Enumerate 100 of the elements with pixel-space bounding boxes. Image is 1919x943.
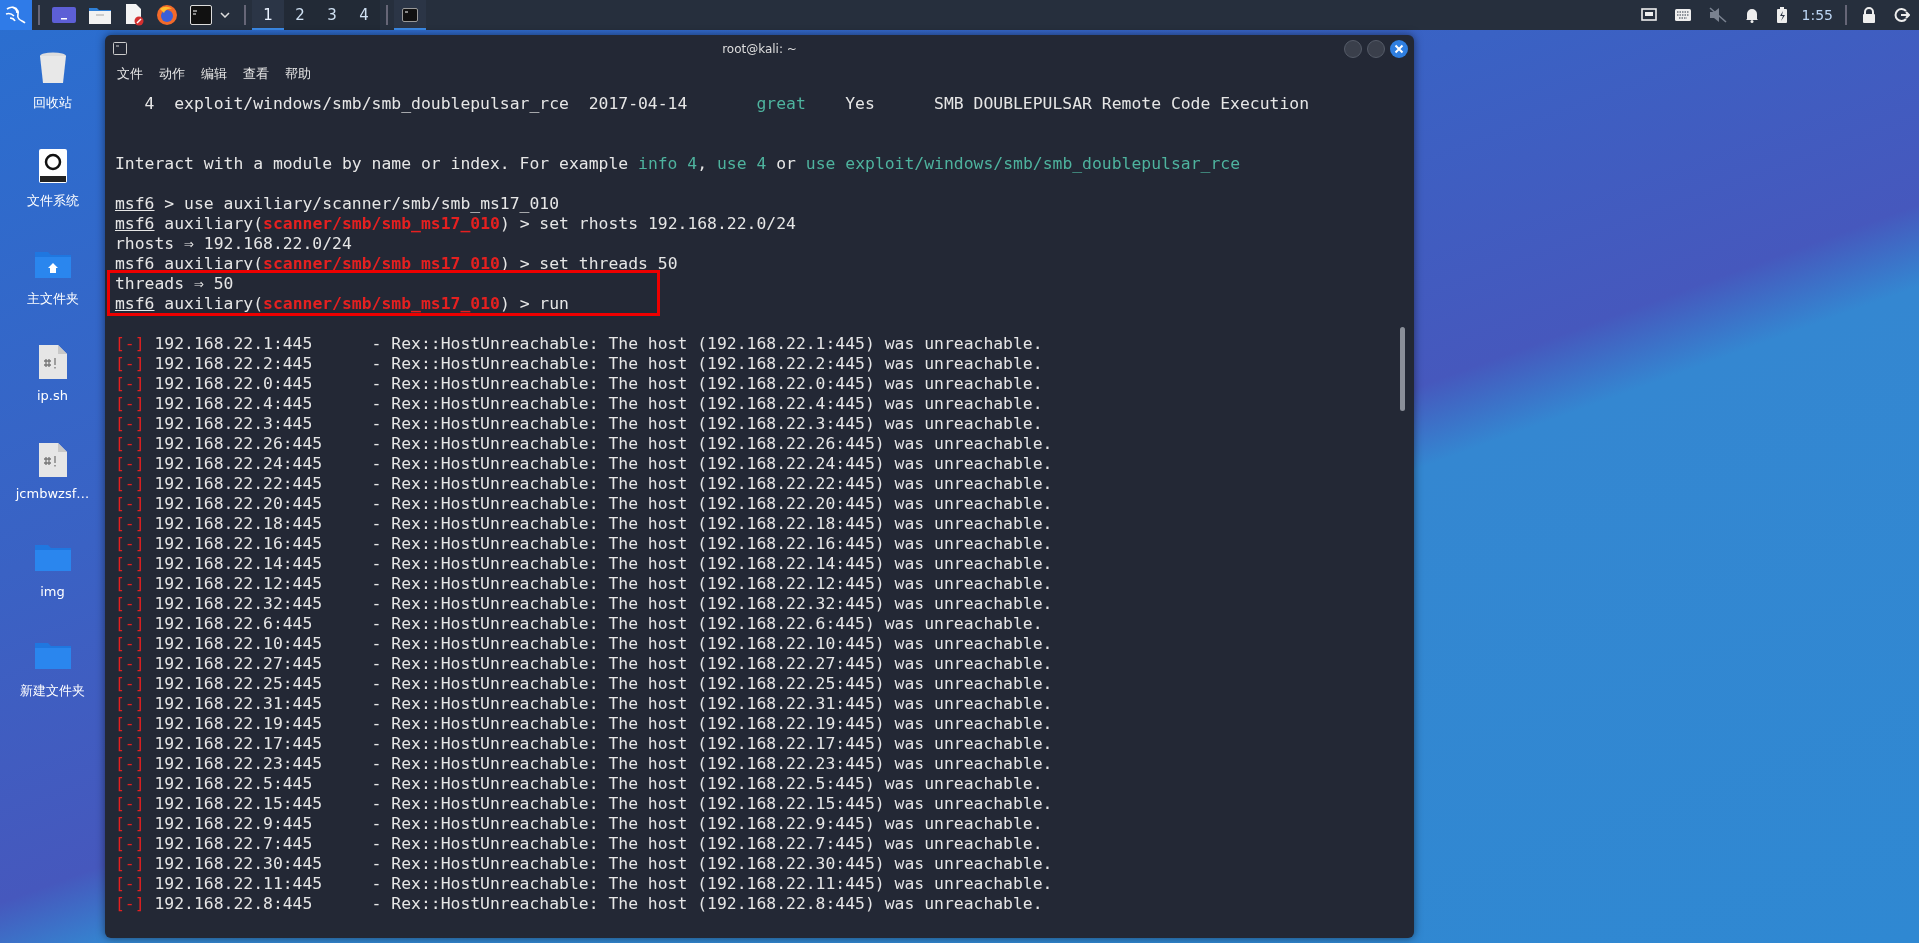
error-marker: [-] [115,854,145,873]
clock[interactable]: 1:55 [1801,7,1833,23]
desktop-icon-label[interactable]: ip.sh [37,388,68,403]
terminal-text: 192.168.22.12:445 - Rex::HostUnreachable: The host (192.168.22.12:445) was unreachable. [154,574,1053,593]
error-marker: [-] [115,454,145,473]
error-marker: [-] [115,434,145,453]
error-marker: [-] [115,834,145,853]
folder-icon[interactable] [88,5,112,25]
terminal-text: 192.168.22.4:445 - Rex::HostUnreachable: The host (192.168.22.4:445) was unreachable. [154,394,1043,413]
terminal-text: 192.168.22.15:445 - Rex::HostUnreachable: The host (192.168.22.15:445) was unreachable. [154,794,1053,813]
terminal-text: 192.168.22.7:445 - Rex::HostUnreachable: The host (192.168.22.7:445) was unreachable. [154,834,1043,853]
application-menu-button[interactable] [0,0,32,30]
error-marker: [-] [115,894,145,913]
terminal-text: auxiliary( [163,254,264,273]
terminal-text: 192.168.22.18:445 - Rex::HostUnreachable: The host (192.168.22.18:445) was unreachable. [154,514,1053,533]
error-marker: [-] [115,714,145,733]
error-marker: [-] [115,614,145,633]
terminal-text: Interact with a module by name or index. For example [115,154,630,173]
chevron-down-icon[interactable] [220,12,230,18]
desktop-icon[interactable] [52,6,76,24]
terminal-text: 192.168.22.23:445 - Rex::HostUnreachable: The host (192.168.22.23:445) was unreachable. [154,754,1053,773]
module-name: scanner/smb/smb_ms17_010 [263,254,500,273]
terminal-text: 192.168.22.20:445 - Rex::HostUnreachable: The host (192.168.22.20:445) was unreachable. [154,494,1053,513]
terminal-text: 192.168.22.5:445 - Rex::HostUnreachable: The host (192.168.22.5:445) was unreachable. [154,774,1043,793]
desktop-icon-label[interactable]: img [40,584,65,599]
firefox-icon[interactable] [156,4,178,26]
desktop-icon-label[interactable]: 文件系统 [26,192,79,210]
highlighted-text: use exploit/windows/smb/smb_doublepulsar_rce [805,154,1240,173]
battery-icon[interactable] [1776,7,1787,23]
muted-speaker-icon[interactable] [1708,7,1727,23]
desktop-icon-label[interactable]: 主文件夹 [26,290,79,308]
terminal-text: 192.168.22.10:445 - Rex::HostUnreachable: The host (192.168.22.10:445) was unreachable. [154,634,1053,653]
terminal-icon [402,8,418,22]
error-marker: [-] [115,794,145,813]
prompt-text: msf6 [115,254,155,273]
terminal-text: 192.168.22.25:445 - Rex::HostUnreachable: The host (192.168.22.25:445) was unreachable. [154,674,1053,693]
menu-item[interactable]: 文件 [117,65,143,83]
workspace-button[interactable]: 2 [284,0,316,30]
error-marker: [-] [115,514,145,533]
terminal-task-button[interactable] [394,0,426,30]
module-name: scanner/smb/smb_ms17_010 [263,214,500,233]
highlighted-text: use 4 [717,154,767,173]
terminal-text: rhosts ⇒ 192.168.22.0/24 [115,234,352,253]
desktop-icon-label[interactable]: 回收站 [33,94,72,112]
prompt-text: msf6 [115,294,155,313]
terminal-text: ) > set rhosts 192.168.22.0/24 [499,214,796,233]
error-marker: [-] [115,554,145,573]
scrollbar-thumb[interactable] [1399,327,1405,411]
workspace-button[interactable]: 4 [348,0,380,30]
terminal-text: 192.168.22.6:445 - Rex::HostUnreachable: The host (192.168.22.6:445) was unreachable. [154,614,1043,633]
error-marker: [-] [115,574,145,593]
terminal-text: , [697,154,709,173]
lock-icon[interactable] [1862,7,1876,23]
menu-item[interactable]: 帮助 [285,65,311,83]
trash-icon[interactable] [38,50,67,86]
terminal-text: Yes SMB DOUBLEPULSAR Remote Code Execution [844,94,1310,113]
error-marker: [-] [115,494,145,513]
workspace-button[interactable]: 1 [252,0,284,30]
terminal-text: ) > run [499,294,569,313]
error-marker: [-] [115,674,145,693]
network-icon[interactable] [1640,8,1657,22]
terminal-icon [113,42,127,55]
terminal-text: auxiliary( [163,214,264,233]
logout-icon[interactable] [1894,7,1910,23]
script-file-icon[interactable] [38,442,67,478]
terminal-text: auxiliary( [163,294,264,313]
highlighted-text: great [756,94,806,113]
keyboard-icon[interactable] [1674,9,1691,21]
terminal-text: 192.168.22.11:445 - Rex::HostUnreachable: The host (192.168.22.11:445) was unreachable. [154,874,1053,893]
terminal-text: 192.168.22.24:445 - Rex::HostUnreachable: The host (192.168.22.24:445) was unreachable. [154,454,1053,473]
terminal-text: 192.168.22.2:445 - Rex::HostUnreachable: The host (192.168.22.2:445) was unreachable. [154,354,1043,373]
error-marker: [-] [115,754,145,773]
close-button[interactable] [1390,39,1408,58]
drive-icon[interactable] [38,148,67,184]
error-marker: [-] [115,374,145,393]
desktop-icon-label[interactable]: 新建文件夹 [20,682,85,700]
prompt-text: msf6 [115,214,155,233]
script-file-icon[interactable] [38,344,67,380]
terminal-text: 192.168.22.30:445 - Rex::HostUnreachable: The host (192.168.22.30:445) was unreachable. [154,854,1053,873]
error-marker: [-] [115,354,145,373]
terminal-text: 192.168.22.32:445 - Rex::HostUnreachable: The host (192.168.22.32:445) was unreachable. [154,594,1053,613]
terminal-text: 192.168.22.26:445 - Rex::HostUnreachable: The host (192.168.22.26:445) was unreachable. [154,434,1053,453]
error-marker: [-] [115,694,145,713]
terminal-text: > use auxiliary/scanner/smb/smb_ms17_010 [163,194,560,213]
terminal-text: 192.168.22.31:445 - Rex::HostUnreachable: The host (192.168.22.31:445) was unreachable. [154,694,1053,713]
workspace-button[interactable]: 3 [316,0,348,30]
menu-item[interactable]: 查看 [243,65,269,83]
bell-icon[interactable] [1744,7,1759,23]
desktop-icon-label[interactable]: jcmbwzsf… [15,486,90,501]
menu-item[interactable]: 动作 [159,65,185,83]
terminal-text: 4 exploit/windows/smb/smb_doublepulsar_rce 2017-04-14 [143,94,689,113]
text-editor-icon[interactable] [124,4,144,26]
terminal-text: 192.168.22.0:445 - Rex::HostUnreachable: The host (192.168.22.0:445) was unreachable. [154,374,1043,393]
error-marker: [-] [115,394,145,413]
error-marker: [-] [115,734,145,753]
window-title: root@kali: ~ [722,41,797,56]
terminal-icon[interactable] [190,5,212,25]
menu-item[interactable]: 编辑 [201,65,227,83]
highlighted-text: info 4 [638,154,698,173]
error-marker: [-] [115,334,145,353]
